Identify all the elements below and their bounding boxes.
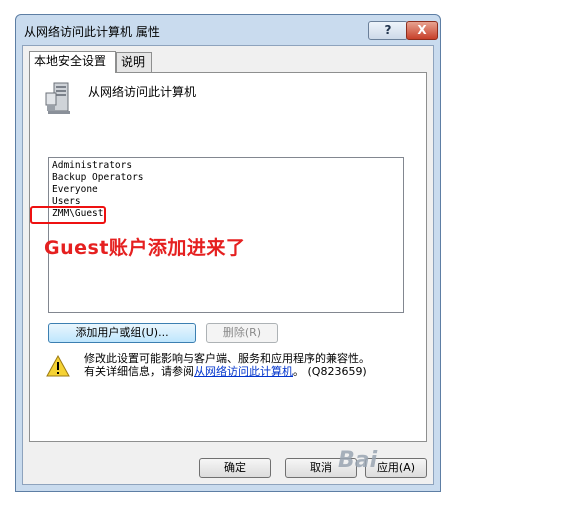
watermark: Bai xyxy=(338,448,378,473)
add-user-button[interactable]: 添加用户或组(U)... xyxy=(48,323,196,343)
ok-button[interactable]: 确定 xyxy=(199,458,271,478)
dialog-body: 本地安全设置 说明 从网络访问此计算机 Administrators Backu… xyxy=(22,45,434,485)
help-link[interactable]: 从网络访问此计算机 xyxy=(194,365,293,378)
warning-prefix: 有关详细信息，请参阅 xyxy=(84,365,194,378)
kb-reference: 。 (Q823659) xyxy=(293,365,367,378)
computer-icon xyxy=(44,81,76,120)
tab-local-security[interactable]: 本地安全设置 xyxy=(29,51,116,73)
warning-icon xyxy=(46,354,70,380)
properties-dialog: 从网络访问此计算机 属性 ? X 本地安全设置 说明 从网络访问此计算机 Adm xyxy=(15,14,441,492)
policy-name: 从网络访问此计算机 xyxy=(88,85,197,99)
window-title: 从网络访问此计算机 属性 xyxy=(24,25,160,39)
list-item[interactable]: Administrators xyxy=(52,160,132,172)
list-item[interactable]: Everyone xyxy=(52,184,98,196)
guest-highlight-box xyxy=(30,206,106,224)
warning-line-1: 修改此设置可能影响与客户端、服务和应用程序的兼容性。 xyxy=(84,352,370,365)
remove-button[interactable]: 删除(R) xyxy=(206,323,278,343)
list-item[interactable]: Backup Operators xyxy=(52,172,144,184)
close-button[interactable]: X xyxy=(406,21,438,40)
tab-panel: 从网络访问此计算机 Administrators Backup Operator… xyxy=(29,72,427,442)
annotation-text: Guest账户添加进来了 xyxy=(44,237,246,259)
tab-explain[interactable]: 说明 xyxy=(116,52,152,72)
warning-line-2: 有关详细信息，请参阅从网络访问此计算机。 (Q823659) xyxy=(84,365,414,378)
title-bar: 从网络访问此计算机 属性 ? X xyxy=(16,15,440,45)
warning-text: 修改此设置可能影响与客户端、服务和应用程序的兼容性。 有关详细信息，请参阅从网络… xyxy=(84,352,414,378)
help-button[interactable]: ? xyxy=(368,21,408,40)
